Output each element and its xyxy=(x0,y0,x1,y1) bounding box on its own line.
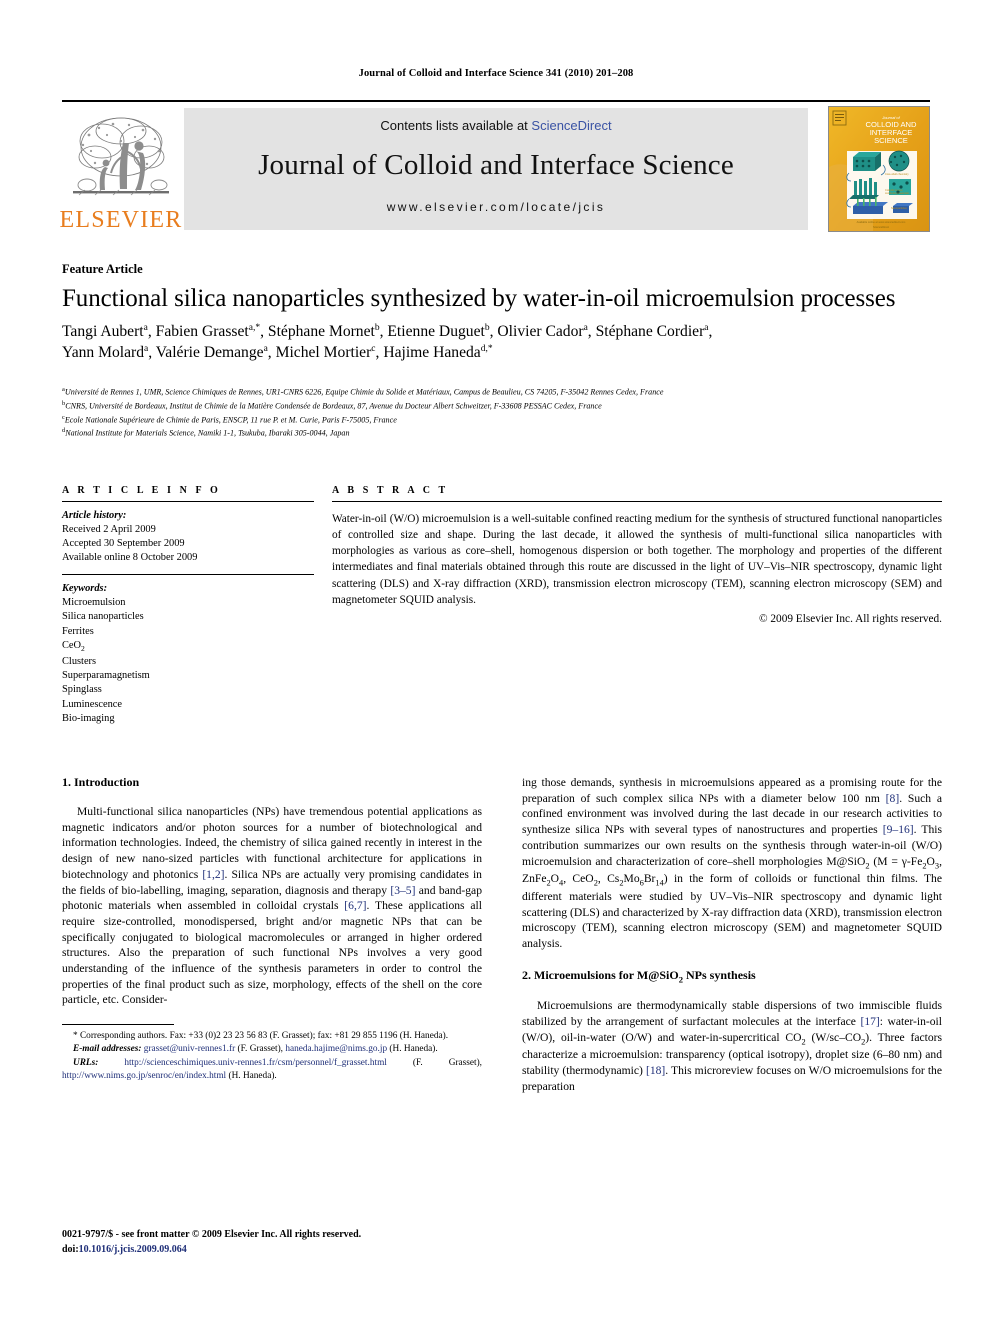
affiliation-b: bCNRS, Université de Bordeaux, Institut … xyxy=(62,399,602,411)
affiliation-list: aUniversité de Rennes 1, UMR, Science Ch… xyxy=(62,385,942,440)
section-heading-microemulsions: 2. Microemulsions for M@SiO2 NPs synthes… xyxy=(522,967,756,985)
svg-text:ScienceDirect: ScienceDirect xyxy=(873,225,889,229)
urls-value[interactable]: http://scienceschimiques.univ-rennes1.fr… xyxy=(62,1058,482,1081)
article-type-label: Feature Article xyxy=(62,262,143,276)
urls-label: URLs: xyxy=(73,1057,99,1068)
article-first-page: Journal of Colloid and Interface Science… xyxy=(0,0,992,1323)
history-accepted: Accepted 30 September 2009 xyxy=(62,538,185,550)
page-title: Functional silica nanoparticles synthesi… xyxy=(62,285,896,312)
elsevier-wordmark: ELSEVIER xyxy=(59,207,183,233)
microemulsions-paragraph: Microemulsions are thermodynamically sta… xyxy=(522,999,943,1093)
journal-masthead: ELSEVIER Contents lists available at Sci… xyxy=(59,100,930,233)
footnote-rule xyxy=(62,1024,174,1026)
keyword-item: CeO2 xyxy=(62,640,85,654)
info-rule-mid xyxy=(62,573,314,575)
section-heading-introduction: 1. Introduction xyxy=(62,775,140,789)
footnote-emails: E-mail addresses: grasset@univ-rennes1.f… xyxy=(62,1043,482,1056)
doi-link[interactable]: 10.1016/j.jcis.2009.09.064 xyxy=(79,1244,187,1255)
article-history: Article history: Received 2 April 2009 A… xyxy=(62,509,314,566)
journal-banner: Contents lists available at ScienceDirec… xyxy=(184,108,808,230)
author-list: Tangi Auberta, Fabien Grasseta,*, Stépha… xyxy=(62,322,938,364)
journal-homepage-url[interactable]: www.elsevier.com/locate/jcis xyxy=(387,200,606,214)
affiliation-c: cEcole Nationale Supérieure de Chimie de… xyxy=(62,413,397,425)
doi-label: doi: xyxy=(62,1243,79,1255)
elsevier-logo: ELSEVIER xyxy=(59,104,183,233)
affiliation-d: dNational Institute for Materials Scienc… xyxy=(62,427,350,439)
keyword-item: Spinglass xyxy=(62,684,102,696)
email-addresses-label: E-mail addresses: xyxy=(73,1044,142,1055)
introduction-paragraph: Multi-functional silica nanoparticles (N… xyxy=(62,805,482,1007)
imprint-block: 0021-9797/$ - see front matter © 2009 El… xyxy=(62,1228,492,1257)
svg-text:Core-shell chemistry: Core-shell chemistry xyxy=(885,172,909,176)
imprint-issn-line: 0021-9797/$ - see front matter © 2009 El… xyxy=(62,1229,362,1240)
keyword-list: Keywords: Microemulsion Silica nanoparti… xyxy=(62,582,314,727)
keyword-item: Superparamagnetism xyxy=(62,669,150,681)
journal-cover-thumbnail[interactable]: Journal of COLLOID AND INTERFACE SCIENCE xyxy=(828,106,930,232)
abstract-heading: A B S T R A C T xyxy=(332,485,449,496)
email-addresses-value[interactable]: grasset@univ-rennes1.fr (F. Grasset), ha… xyxy=(141,1044,438,1054)
info-rule-top xyxy=(62,501,314,502)
abstract-copyright: © 2009 Elsevier Inc. All rights reserved… xyxy=(758,612,942,625)
sciencedirect-link[interactable]: ScienceDirect xyxy=(531,118,611,133)
svg-text:conducting materials: conducting materials xyxy=(885,191,909,195)
body-column-left: 1. Introduction Multi-functional silica … xyxy=(62,775,482,1083)
author-line-1: Tangi Auberta, Fabien Grasseta,*, Stépha… xyxy=(62,323,713,341)
abstract-column: A B S T R A C T Water-in-oil (W/O) micro… xyxy=(332,485,942,625)
masthead-top-rule xyxy=(62,100,930,102)
imprint-doi-line: doi:10.1016/j.jcis.2009.09.064 xyxy=(62,1243,492,1258)
keyword-item: Microemulsion xyxy=(62,596,126,608)
introduction-continued: ing those demands, synthesis in microemu… xyxy=(522,776,942,950)
body-columns: 1. Introduction Multi-functional silica … xyxy=(62,775,942,1265)
article-info-column: A R T I C L E I N F O Article history: R… xyxy=(62,485,314,726)
body-column-right: ing those demands, synthesis in microemu… xyxy=(522,775,942,1094)
svg-text:Available online at www.scienc: Available online at www.sciencedirect.co… xyxy=(857,220,906,224)
article-history-label: Article history: xyxy=(62,510,127,521)
article-info-heading: A R T I C L E I N F O xyxy=(62,485,221,496)
abstract-text: Water-in-oil (W/O) microemulsion is a we… xyxy=(332,513,942,606)
footnote-block: * Corresponding authors. Fax: +33 (0)2 2… xyxy=(62,1030,482,1083)
elsevier-tree-icon xyxy=(69,111,173,207)
keyword-item: Silica nanoparticles xyxy=(62,611,144,623)
contents-lists-line: Contents lists available at ScienceDirec… xyxy=(380,118,611,133)
keyword-item: Clusters xyxy=(62,655,97,667)
history-received: Received 2 April 2009 xyxy=(62,524,156,536)
footnote-urls: URLs: http://scienceschimiques.univ-renn… xyxy=(62,1057,482,1083)
svg-text:SCIENCE: SCIENCE xyxy=(874,136,908,145)
footnote-corresponding-authors: * Corresponding authors. Fax: +33 (0)2 2… xyxy=(73,1031,449,1042)
journal-title: Journal of Colloid and Interface Science xyxy=(258,149,734,181)
keyword-item: Luminescence xyxy=(62,698,123,710)
history-available: Available online 8 October 2009 xyxy=(62,552,198,564)
author-line-2: Yann Molarda, Valérie Demangea, Michel M… xyxy=(62,343,493,361)
svg-text:Nanoparticles: Nanoparticles xyxy=(891,206,908,210)
contents-lists-prefix: Contents lists available at xyxy=(380,118,532,133)
keyword-item: Bio-imaging xyxy=(62,712,115,724)
running-head: Journal of Colloid and Interface Science… xyxy=(358,68,634,79)
abstract-rule-top xyxy=(332,501,942,502)
keyword-item: Ferrites xyxy=(62,625,94,637)
keywords-label: Keywords: xyxy=(62,582,108,594)
affiliation-a: aUniversité de Rennes 1, UMR, Science Ch… xyxy=(62,386,664,397)
